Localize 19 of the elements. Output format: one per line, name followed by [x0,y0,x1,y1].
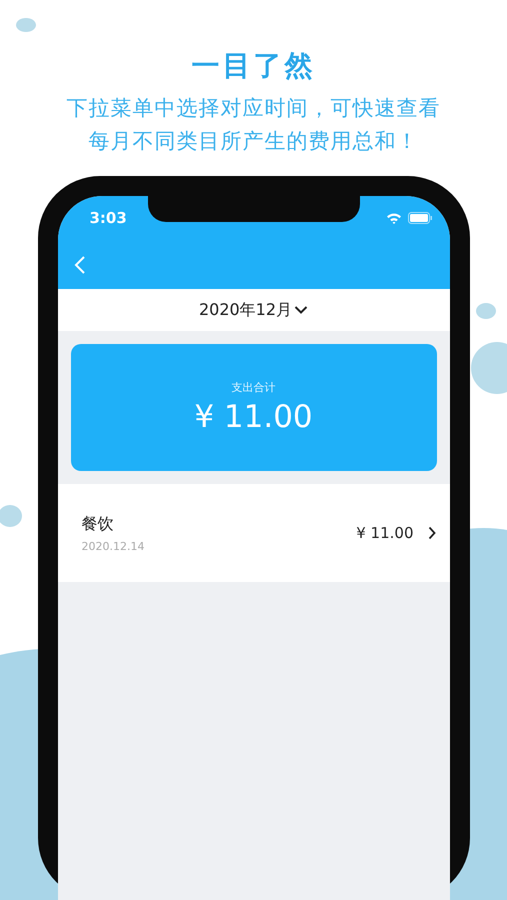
wifi-icon [386,212,402,224]
month-dropdown[interactable]: 2020年12月 [196,298,310,322]
chevron-down-icon [294,305,308,315]
category-name: 餐饮 [82,514,114,534]
bubble [476,303,496,319]
subtitle-line: 下拉菜单中选择对应时间，可快速查看 [66,95,440,122]
summary-label: 支出合计 [232,380,276,395]
battery-icon [408,212,432,224]
expense-date: 2020.12.14 [82,540,144,552]
headline: 一目了然 [192,48,316,84]
chevron-right-icon [428,526,436,540]
expense-amount: ¥ 11.00 [356,524,414,542]
expense-row[interactable]: 餐饮 2020.12.14 ¥ 11.00 [58,484,450,582]
bubble [471,342,507,394]
bubble [16,18,36,32]
bubble [0,505,22,527]
status-time: 3:03 [90,209,127,227]
subtitle-line: 每月不同类目所产生的费用总和！ [88,128,418,155]
summary-amount: ¥ 11.00 [194,399,313,435]
